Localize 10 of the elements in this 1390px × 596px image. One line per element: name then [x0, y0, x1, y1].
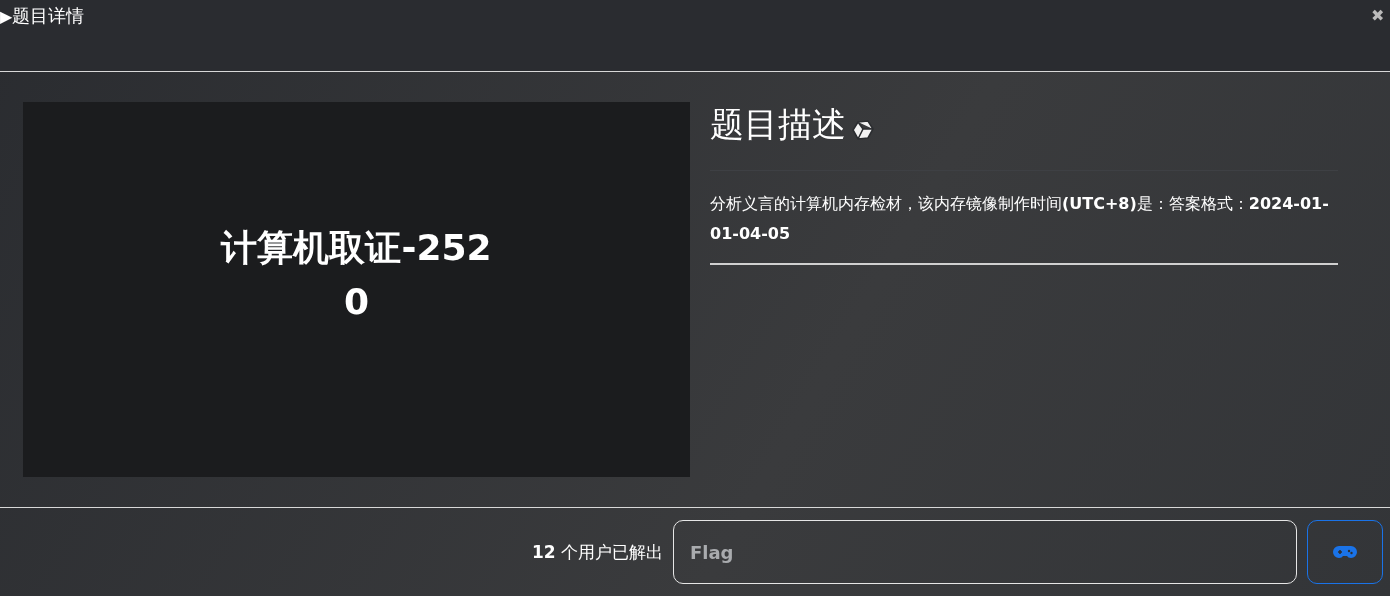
card-title: 计算机取证-2520: [219, 225, 493, 324]
gamepad-icon: [1333, 545, 1357, 559]
submit-button[interactable]: [1307, 520, 1383, 584]
challenge-description: 分析义言的计算机内存检材，该内存镜像制作时间(UTC+8)是：答案格式：2024-01-01-04-05: [710, 189, 1338, 265]
section-heading: 题目描述: [710, 103, 846, 146]
solved-count-text: 12 个用户已解出: [531, 540, 663, 564]
close-button[interactable]: ✖: [1365, 0, 1390, 31]
flag-input[interactable]: Flag: [673, 520, 1297, 584]
window-title: ▶题目详情: [0, 4, 85, 28]
cube-icon: [852, 120, 874, 140]
